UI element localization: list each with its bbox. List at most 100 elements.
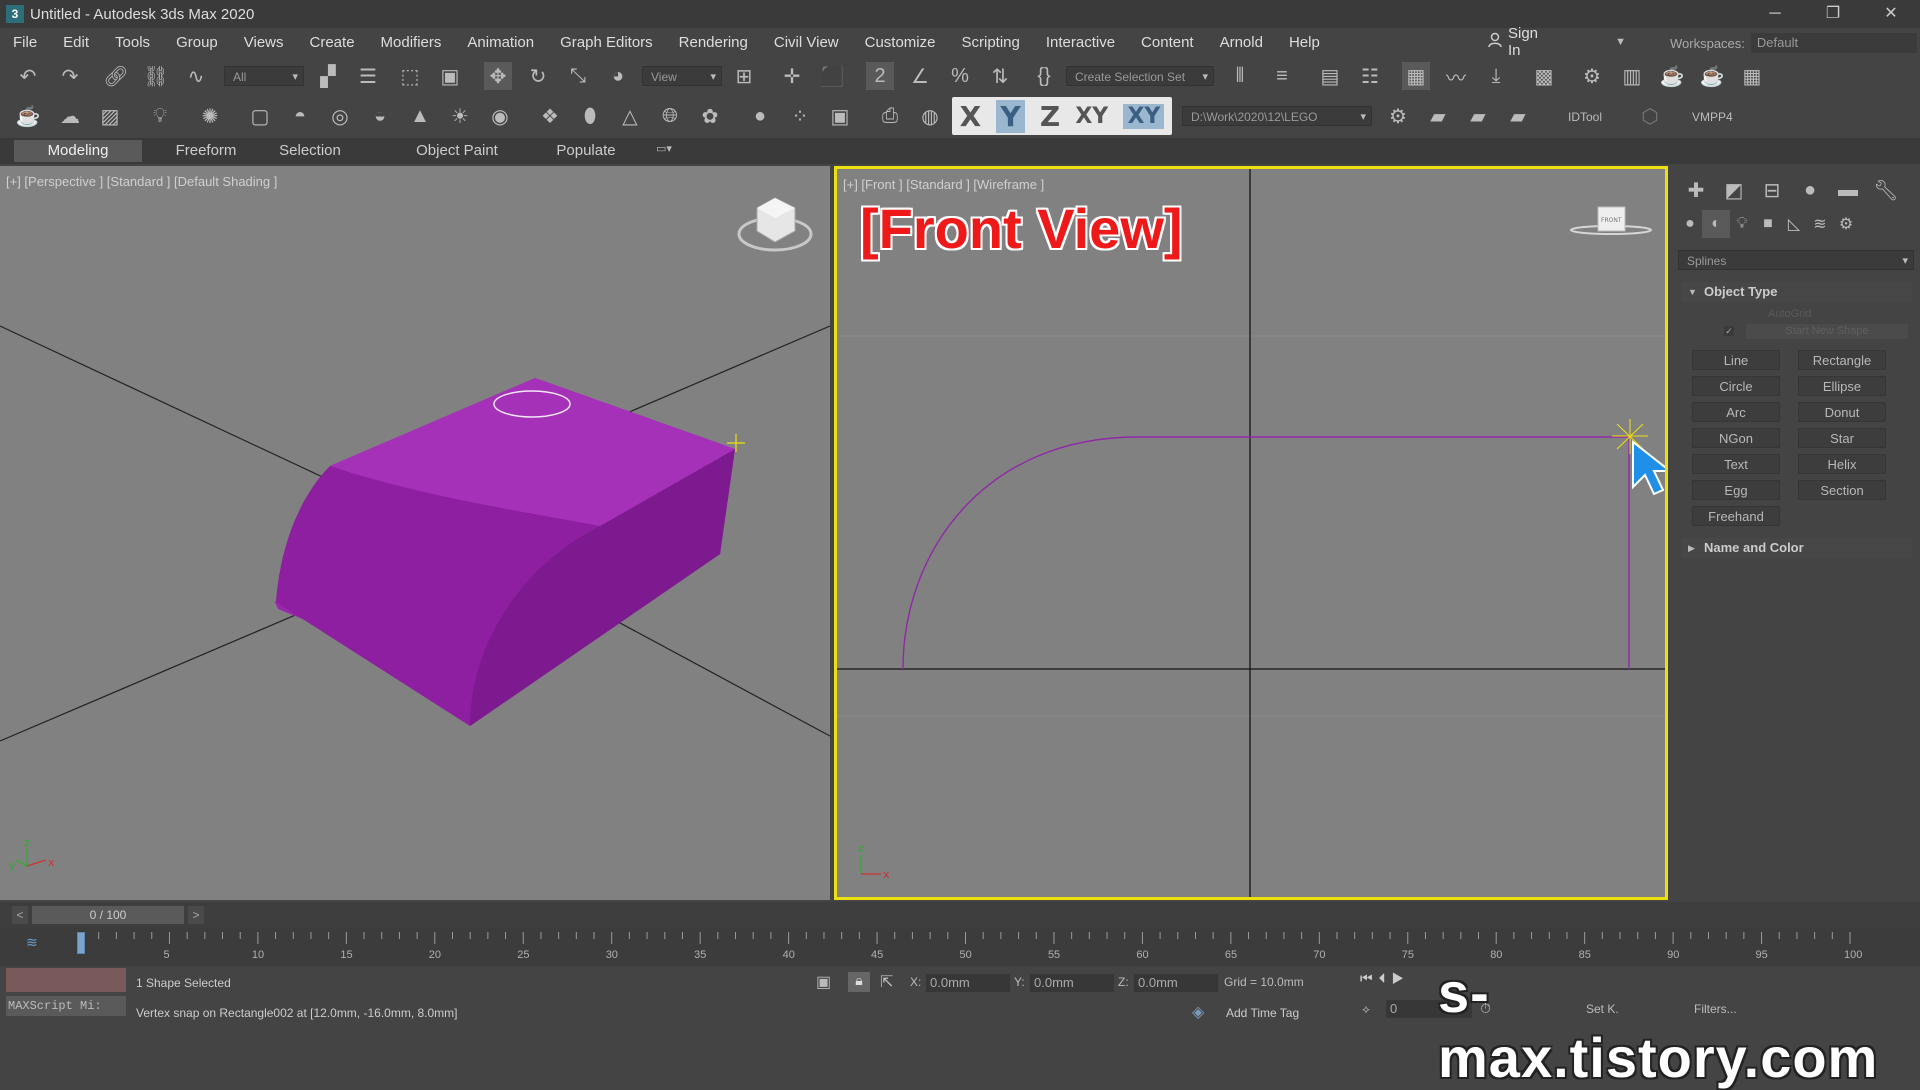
z-coordinate-field[interactable]: 0.0mm: [1134, 974, 1218, 992]
time-next-button[interactable]: >: [188, 906, 204, 924]
menu-rendering[interactable]: Rendering: [666, 34, 761, 51]
menu-help[interactable]: Help: [1276, 34, 1333, 51]
motion-tab-icon[interactable]: ●: [1796, 176, 1824, 204]
cubes-icon[interactable]: ❖: [536, 102, 564, 130]
curve-editor-icon[interactable]: 〰: [1442, 62, 1470, 90]
mirror-icon[interactable]: ⫴: [1226, 62, 1254, 90]
axis-z-button[interactable]: Z: [1040, 100, 1060, 133]
render-setup-icon[interactable]: ⚙: [1578, 62, 1606, 90]
pyramid-icon[interactable]: △: [616, 102, 644, 130]
edit-named-selection-icon[interactable]: {}: [1030, 62, 1058, 90]
torus-icon[interactable]: ◎: [326, 102, 354, 130]
maxscript-listener-top[interactable]: [6, 968, 126, 992]
menu-views[interactable]: Views: [231, 34, 297, 51]
time-slider[interactable]: < 0 / 100 >: [0, 902, 1920, 928]
minimize-button[interactable]: ─: [1746, 0, 1804, 28]
time-marker[interactable]: [77, 932, 85, 954]
axis-xy-cycle-button[interactable]: XY: [1123, 103, 1165, 129]
render-iterative-icon[interactable]: ☕: [1698, 62, 1726, 90]
plant-icon[interactable]: ✿: [696, 102, 724, 130]
scene-explorer-icon[interactable]: ▤: [1316, 62, 1344, 90]
cone-icon[interactable]: ▲: [406, 102, 434, 130]
menu-content[interactable]: Content: [1128, 34, 1207, 51]
axis-xy-button[interactable]: XY: [1075, 104, 1108, 129]
ribbon-toggle-icon[interactable]: ▦: [1402, 62, 1430, 90]
add-time-tag[interactable]: Add Time Tag: [1226, 1006, 1299, 1020]
rectangle-button[interactable]: Rectangle: [1798, 350, 1886, 370]
utilities-tab-icon[interactable]: 🔧︎: [1872, 176, 1900, 204]
snapshot-icon[interactable]: ⎙: [876, 102, 904, 130]
schematic-view-icon[interactable]: ⤓: [1482, 62, 1510, 90]
ngon-button[interactable]: NGon: [1692, 428, 1780, 448]
record-icon[interactable]: ◍: [916, 102, 944, 130]
workspaces-select[interactable]: Default: [1750, 33, 1917, 53]
spinner-snap-icon[interactable]: ⇅: [986, 62, 1014, 90]
geometry-icon[interactable]: ●: [1676, 210, 1704, 238]
time-tag-icon[interactable]: ◈: [1192, 1002, 1204, 1022]
spacewarps-icon[interactable]: ≋: [1806, 210, 1834, 238]
arc-button[interactable]: Arc: [1692, 402, 1780, 422]
align-icon[interactable]: ≡: [1268, 62, 1296, 90]
bowl-icon[interactable]: ◒: [366, 102, 394, 130]
snap-toggle-icon[interactable]: 2: [866, 62, 894, 90]
project-path-dropdown[interactable]: D:\Work\2020\12\LEGO: [1182, 106, 1372, 127]
menu-customize[interactable]: Customize: [852, 34, 949, 51]
isolate-selection-icon[interactable]: ▣: [816, 972, 831, 992]
menu-modifiers[interactable]: Modifiers: [368, 34, 455, 51]
ellipse-button[interactable]: Ellipse: [1798, 376, 1886, 396]
sun-icon[interactable]: ☀: [446, 102, 474, 130]
selection-filter-dropdown[interactable]: All: [224, 66, 304, 87]
create-selection-set-dropdown[interactable]: Create Selection Set: [1066, 66, 1214, 87]
tab-selection[interactable]: Selection: [260, 140, 360, 162]
restore-button[interactable]: ❐: [1804, 0, 1862, 28]
place-icon[interactable]: ◕: [604, 62, 632, 90]
undo-icon[interactable]: ↶: [14, 62, 42, 90]
window-crossing-icon[interactable]: ▣: [436, 62, 464, 90]
create-tab-icon[interactable]: ✚: [1682, 176, 1710, 204]
modify-tab-icon[interactable]: ◩: [1720, 176, 1748, 204]
menu-animation[interactable]: Animation: [454, 34, 547, 51]
hierarchy-tab-icon[interactable]: ⊟: [1758, 176, 1786, 204]
freehand-button[interactable]: Freehand: [1692, 506, 1780, 526]
folder-icon[interactable]: ▰: [1424, 102, 1452, 130]
category-dropdown[interactable]: Splines: [1678, 250, 1914, 271]
helpers-icon[interactable]: ◺: [1780, 210, 1808, 238]
rect-selection-icon[interactable]: ⬚: [396, 62, 424, 90]
circle-button[interactable]: Circle: [1692, 376, 1780, 396]
section-button[interactable]: Section: [1798, 480, 1886, 500]
tab-freeform[interactable]: Freeform: [142, 140, 270, 162]
image-icon[interactable]: ▨: [96, 102, 124, 130]
start-new-shape-checkbox[interactable]: ✓: [1724, 326, 1734, 336]
front-viewport-label[interactable]: [+] [Front ] [Standard ] [Wireframe ]: [843, 177, 1044, 192]
axis-x-button[interactable]: X: [960, 100, 982, 133]
material-editor-icon[interactable]: ▩: [1530, 62, 1558, 90]
select-object-icon[interactable]: ▞: [314, 62, 342, 90]
keyboard-shortcut-icon[interactable]: ⬛: [818, 62, 846, 90]
helper-icon[interactable]: ✺: [196, 102, 224, 130]
menu-scripting[interactable]: Scripting: [948, 34, 1032, 51]
donut-button[interactable]: Donut: [1798, 402, 1886, 422]
perspective-viewport[interactable]: z x y [+] [Perspective ] [Standard ] [De…: [0, 166, 830, 900]
link-icon[interactable]: 🔗︎: [102, 62, 130, 90]
percent-snap-icon[interactable]: %: [946, 62, 974, 90]
menu-file[interactable]: File: [0, 34, 50, 51]
select-by-name-icon[interactable]: ☰: [354, 62, 382, 90]
time-slider-thumb[interactable]: 0 / 100: [32, 906, 184, 924]
menu-graph-editors[interactable]: Graph Editors: [547, 34, 666, 51]
menu-civil-view[interactable]: Civil View: [761, 34, 852, 51]
menu-arnold[interactable]: Arnold: [1207, 34, 1276, 51]
pivot-icon[interactable]: ⊞: [730, 62, 758, 90]
select-manipulate-icon[interactable]: ✛: [778, 62, 806, 90]
cloud-icon[interactable]: ☁: [56, 102, 84, 130]
idtool-label[interactable]: IDTool: [1568, 110, 1602, 124]
tab-populate[interactable]: Populate: [548, 140, 624, 162]
star-button[interactable]: Star: [1798, 428, 1886, 448]
angle-snap-icon[interactable]: ∠: [906, 62, 934, 90]
autogrid-checkbox[interactable]: AutoGrid: [1768, 308, 1811, 320]
capsule-icon[interactable]: ⬮: [576, 102, 604, 130]
export-icon[interactable]: ▰: [1504, 102, 1532, 130]
layer-explorer-icon[interactable]: ☷: [1356, 62, 1384, 90]
hexagon-icon[interactable]: ⬡: [1636, 102, 1664, 130]
globe-icon[interactable]: 🌐︎: [656, 102, 684, 130]
front-viewport[interactable]: FRONT z x [+] [Front ] [Standard ] [Wire…: [834, 166, 1668, 900]
